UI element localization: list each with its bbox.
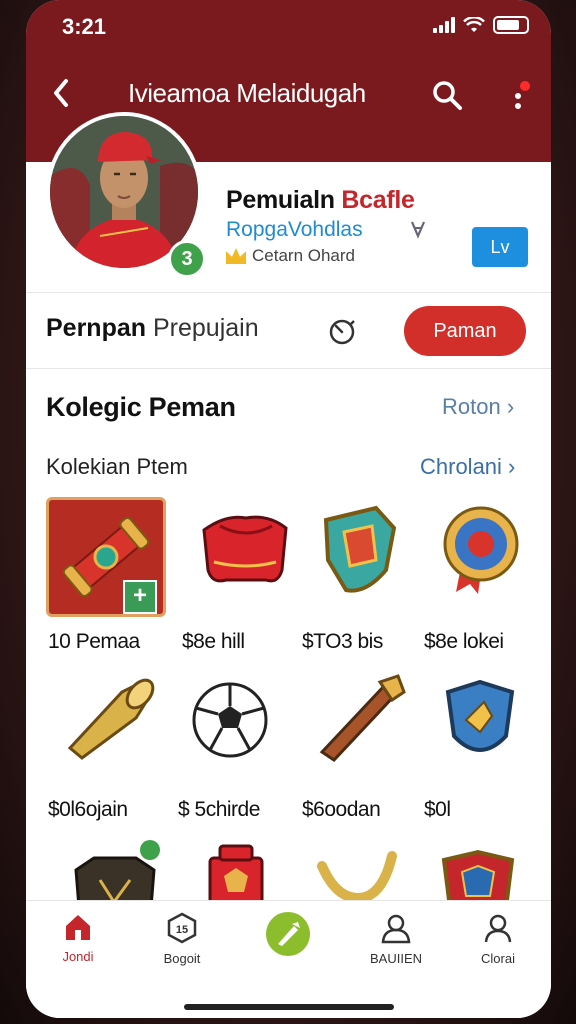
phone-screen: 3:21 Ivieamoa Melaidugah 3 Pemuialn Bcaf… bbox=[26, 0, 551, 1018]
item-caption: $0l6ojain bbox=[48, 798, 128, 821]
vuvuzela-icon bbox=[67, 678, 155, 760]
collection-item-vuvuzela[interactable] bbox=[56, 672, 176, 792]
player-section-title: Pernpan Prepujain bbox=[46, 314, 259, 342]
item-caption: $ 5chirde bbox=[178, 798, 260, 821]
page-title: Ivieamoa Melaidugah bbox=[128, 78, 366, 108]
item-caption: $TO3 bis bbox=[302, 630, 383, 653]
status-time: 3:21 bbox=[62, 14, 107, 39]
collection-title: Kolegic Peman bbox=[46, 392, 236, 422]
crown-icon bbox=[226, 248, 246, 264]
collection-item-slingshot[interactable] bbox=[314, 848, 434, 900]
hexagon-icon: 15 bbox=[167, 912, 197, 944]
nav-user[interactable]: BAUIIEN bbox=[356, 912, 436, 966]
avatar-level-badge: 3 bbox=[168, 240, 206, 278]
rank-label: Cetarn Ohard bbox=[226, 246, 355, 266]
status-icons bbox=[433, 16, 529, 34]
collection-sub-link[interactable]: Chrolani › bbox=[420, 454, 515, 480]
add-icon[interactable]: + bbox=[123, 580, 157, 614]
collection-item-blue-shield[interactable] bbox=[440, 676, 551, 796]
collection-item-crest[interactable] bbox=[316, 500, 436, 620]
profile-icon bbox=[484, 914, 512, 943]
soccer-ball-icon bbox=[192, 682, 268, 758]
home-indicator[interactable] bbox=[184, 1004, 394, 1010]
divider bbox=[26, 368, 551, 369]
nav-profile[interactable]: Clorai bbox=[458, 912, 538, 966]
edit-icon[interactable] bbox=[408, 218, 428, 240]
nav-home[interactable]: Jondi bbox=[38, 912, 118, 964]
item-caption: 10 Pemaa bbox=[48, 630, 140, 653]
item-caption: $0l bbox=[424, 798, 451, 821]
collection-item-horn[interactable] bbox=[314, 672, 434, 792]
blue-shield-icon bbox=[445, 679, 515, 752]
wifi-icon bbox=[463, 17, 485, 32]
medal-icon bbox=[443, 506, 519, 594]
item-caption: $8e hill bbox=[182, 630, 245, 653]
profile-name: Pemuialn Bcafle bbox=[226, 186, 415, 214]
action-icon bbox=[278, 922, 300, 946]
status-bar: 3:21 bbox=[26, 0, 551, 52]
nav-action-button[interactable] bbox=[266, 912, 310, 956]
search-icon[interactable] bbox=[430, 78, 464, 112]
item-caption: $6oodan bbox=[302, 798, 381, 821]
divider bbox=[26, 292, 551, 293]
collection-subtitle: Kolekian Ptem bbox=[46, 454, 188, 479]
horn-icon bbox=[319, 674, 406, 762]
more-menu-icon[interactable] bbox=[510, 76, 534, 112]
home-icon bbox=[66, 915, 90, 940]
battery-icon bbox=[493, 16, 529, 34]
back-arrow-icon[interactable] bbox=[48, 76, 76, 110]
collection-item-medal[interactable] bbox=[436, 500, 551, 620]
jersey-icon bbox=[202, 515, 288, 583]
profile-subtitle[interactable]: RopgaVohdlas bbox=[226, 218, 363, 242]
avatar[interactable]: 3 bbox=[46, 112, 206, 278]
collection-item-scroll[interactable]: + bbox=[46, 497, 166, 617]
collection-link[interactable]: Roton › bbox=[442, 394, 514, 420]
red-trophy-icon bbox=[208, 844, 264, 900]
nav-bogoit[interactable]: 15 Bogoit bbox=[142, 912, 222, 966]
item-caption: $8e lokei bbox=[424, 630, 504, 653]
crest-shield-icon bbox=[323, 505, 397, 593]
collection-item-jersey[interactable] bbox=[186, 500, 306, 620]
red-shield-icon bbox=[441, 849, 515, 900]
stopwatch-icon[interactable] bbox=[326, 316, 358, 346]
player-action-button[interactable]: Paman bbox=[404, 306, 526, 356]
collection-item-black-jersey[interactable] bbox=[70, 840, 190, 900]
collection-item-red-shield[interactable] bbox=[438, 848, 551, 900]
signal-icon bbox=[433, 17, 455, 33]
slingshot-icon bbox=[317, 851, 397, 900]
level-button[interactable]: Lv bbox=[472, 227, 528, 267]
user-icon bbox=[381, 914, 411, 944]
collection-item-red-trophy[interactable] bbox=[196, 844, 316, 900]
collection-item-ball[interactable] bbox=[190, 680, 310, 800]
svg-text:15: 15 bbox=[176, 924, 188, 936]
black-jersey-icon bbox=[74, 840, 160, 900]
